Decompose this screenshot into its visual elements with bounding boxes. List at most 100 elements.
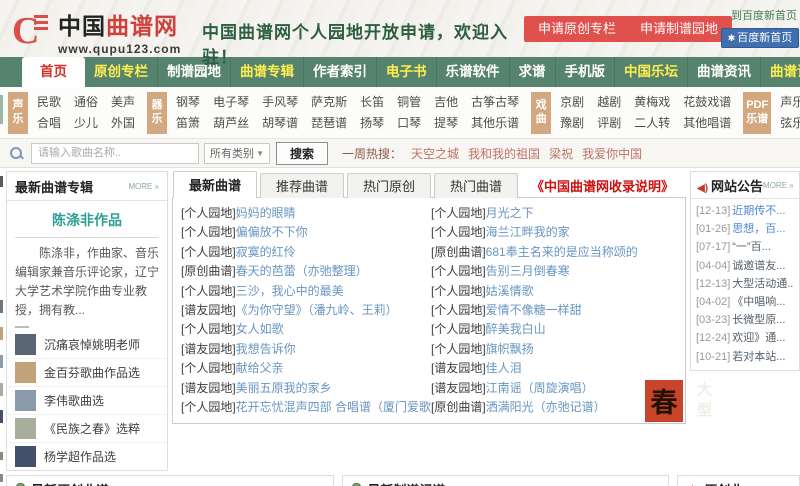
nav-item[interactable]: 曲谱论坛: [761, 57, 800, 87]
song-list-item[interactable]: [个人园地]爱情不像糖一样甜: [431, 301, 681, 320]
hot-search-link[interactable]: 我和我的祖国: [468, 145, 540, 162]
category-link[interactable]: 葫芦丝: [213, 113, 249, 134]
category-link[interactable]: 古筝古琴: [471, 92, 519, 113]
song-list-item[interactable]: [原创曲谱]洒满阳光（亦弛记谱）: [431, 398, 681, 417]
announcement-item[interactable]: [01-26]思想，百...: [696, 220, 794, 238]
category-link[interactable]: 评剧: [597, 113, 621, 134]
song-tab[interactable]: 最新曲谱: [173, 171, 257, 198]
category-link[interactable]: 京剧: [560, 92, 584, 113]
announcement-item[interactable]: [04-02]《中唱响...: [696, 293, 794, 311]
category-link[interactable]: 美声: [111, 92, 135, 113]
song-list-item[interactable]: [个人园地]月光之下: [431, 204, 681, 223]
song-tab[interactable]: 热门曲谱: [434, 173, 518, 198]
category-link[interactable]: 黄梅戏: [634, 92, 670, 113]
search-button[interactable]: 搜索: [276, 142, 328, 165]
song-list-item[interactable]: [个人园地]女人如歌: [181, 320, 431, 339]
category-link[interactable]: 越剧: [597, 92, 621, 113]
category-link[interactable]: 其他乐谱: [471, 113, 519, 134]
album-list-item[interactable]: 李伟歌曲选: [7, 386, 167, 414]
song-list-item[interactable]: [谱友园地]美丽五原我的家乡: [181, 379, 431, 398]
category-link[interactable]: 铜管: [397, 92, 421, 113]
announcement-item[interactable]: [04-04]诚邀谱友...: [696, 257, 794, 275]
category-link[interactable]: 提琴: [434, 113, 458, 134]
song-list-item[interactable]: [个人园地]偏偏放不下你: [181, 223, 431, 242]
nav-item[interactable]: 原创专栏: [85, 57, 158, 87]
nav-item[interactable]: 曲谱资讯: [688, 57, 761, 87]
category-link[interactable]: 通俗: [74, 92, 98, 113]
song-list-item[interactable]: [原创曲谱]春天的芭蕾（亦弛整理）: [181, 262, 431, 281]
hot-search-link[interactable]: 天空之城: [411, 145, 459, 162]
song-list-item[interactable]: [谱友园地]《为你守望》（潘九岭、王莉）: [181, 301, 431, 320]
category-link[interactable]: 其他唱谱: [683, 113, 731, 134]
category-link[interactable]: 钢琴: [176, 92, 200, 113]
hot-search-link[interactable]: 梁祝: [549, 145, 573, 162]
song-list-item[interactable]: [个人园地]花开忘忧混声四部 合唱谱（厦门爱歌...: [181, 398, 431, 417]
announcement-item[interactable]: [03-23]长微型原...: [696, 311, 794, 329]
announcement-item[interactable]: [12-24]欢迎》通...: [696, 329, 794, 347]
album-list-item[interactable]: 杨学超作品选: [7, 442, 167, 470]
song-list-item[interactable]: [个人园地]妈妈的眼睛: [181, 204, 431, 223]
baidu-new-homepage-button[interactable]: ✱百度新首页: [721, 28, 799, 48]
category-link[interactable]: 口琴: [397, 113, 421, 134]
category-link[interactable]: 电子琴: [213, 92, 249, 113]
announcement-item[interactable]: [12-13]近期传不...: [696, 202, 794, 220]
category-link[interactable]: 萨克斯: [311, 92, 347, 113]
category-link[interactable]: 吉他: [434, 92, 458, 113]
category-link[interactable]: 二人转: [634, 113, 670, 134]
announcement-item[interactable]: [12-13]大型活动通...: [696, 275, 794, 293]
category-link[interactable]: 民歌: [37, 92, 61, 113]
song-list-item[interactable]: [个人园地]醉美我白山: [431, 320, 681, 339]
album-list-item[interactable]: 《民族之春》选粹: [7, 414, 167, 442]
category-link[interactable]: 手风琴: [262, 92, 298, 113]
song-list-item[interactable]: [原创曲谱]681奉主名来的是应当称颂的: [431, 243, 681, 262]
category-link[interactable]: 花鼓戏谱: [683, 92, 731, 113]
nav-item[interactable]: 首页: [22, 57, 85, 87]
song-list-item[interactable]: [个人园地]告别三月倒春寒: [431, 262, 681, 281]
category-link[interactable]: 外国: [111, 113, 135, 134]
album-list-item[interactable]: 沉痛哀悼姚明老师: [7, 331, 167, 358]
category-select[interactable]: 所有类别▼: [204, 143, 270, 164]
song-tab[interactable]: 热门原创: [347, 173, 431, 198]
apply-making-garden-button[interactable]: 申请制谱园地: [626, 16, 732, 42]
announcement-more-link[interactable]: MORE »: [763, 181, 794, 190]
album-link[interactable]: 金百芬歌曲作品选: [44, 364, 140, 381]
song-list-item[interactable]: [个人园地]旗帜飘扬: [431, 340, 681, 359]
announcement-item[interactable]: [10-21]若对本站...: [696, 348, 794, 366]
song-list-item[interactable]: [谱友园地]我想告诉你: [181, 340, 431, 359]
song-list-item[interactable]: [个人园地]献给父亲: [181, 359, 431, 378]
song-list-item[interactable]: [个人园地]寂寞的红伶: [181, 243, 431, 262]
song-list-item[interactable]: [谱友园地]江南谣（周旋演唱）: [431, 379, 681, 398]
nav-item[interactable]: 中国乐坛: [615, 57, 688, 87]
inclusion-notice-link[interactable]: 《中国曲谱网收录说明》: [531, 176, 674, 195]
album-link[interactable]: 李伟歌曲选: [44, 392, 104, 409]
category-link[interactable]: 弦乐: [780, 113, 800, 134]
category-link[interactable]: 笛箫: [176, 113, 200, 134]
hot-search-link[interactable]: 我爱你中国: [582, 145, 642, 162]
song-list-item[interactable]: [个人园地]海兰江畔我的家: [431, 223, 681, 242]
category-link[interactable]: 胡琴谱: [262, 113, 298, 134]
category-link[interactable]: 扬琴: [360, 113, 384, 134]
song-list-item[interactable]: [个人园地]三沙，我心中的最美: [181, 282, 431, 301]
album-list-item[interactable]: 金百芬歌曲作品选: [7, 358, 167, 386]
song-tab[interactable]: 推荐曲谱: [260, 173, 344, 198]
site-logo[interactable]: C 中国曲谱网 www.qupu123.com: [12, 7, 181, 56]
announcement-item[interactable]: [07-17]“一”百...: [696, 238, 794, 256]
category-link[interactable]: 合唱: [37, 113, 61, 134]
song-list-item[interactable]: [个人园地]姑溪情歌: [431, 282, 681, 301]
category-link[interactable]: 豫剧: [560, 113, 584, 134]
apply-original-column-button[interactable]: 申请原创专栏: [524, 16, 630, 42]
category-link[interactable]: 声乐: [780, 92, 800, 113]
search-input[interactable]: [31, 143, 199, 164]
category-link[interactable]: 琵琶谱: [311, 113, 347, 134]
album-link[interactable]: 沉痛哀悼姚明老师: [44, 336, 140, 353]
album-link[interactable]: 《民族之春》选粹: [44, 420, 140, 437]
category-link[interactable]: 少儿: [74, 113, 98, 134]
album-more-link[interactable]: MORE »: [128, 182, 159, 191]
nav-item[interactable]: 手机版: [556, 57, 616, 87]
featured-album-title[interactable]: 陈涤非作品: [7, 201, 167, 237]
baidu-homepage-link[interactable]: 到百度新首页: [731, 7, 797, 23]
category-link[interactable]: 长笛: [360, 92, 384, 113]
album-link[interactable]: 杨学超作品选: [44, 448, 116, 465]
category-row: 合唱少儿外国: [37, 113, 135, 134]
song-list-item[interactable]: [谱友园地]佳人泪: [431, 359, 681, 378]
